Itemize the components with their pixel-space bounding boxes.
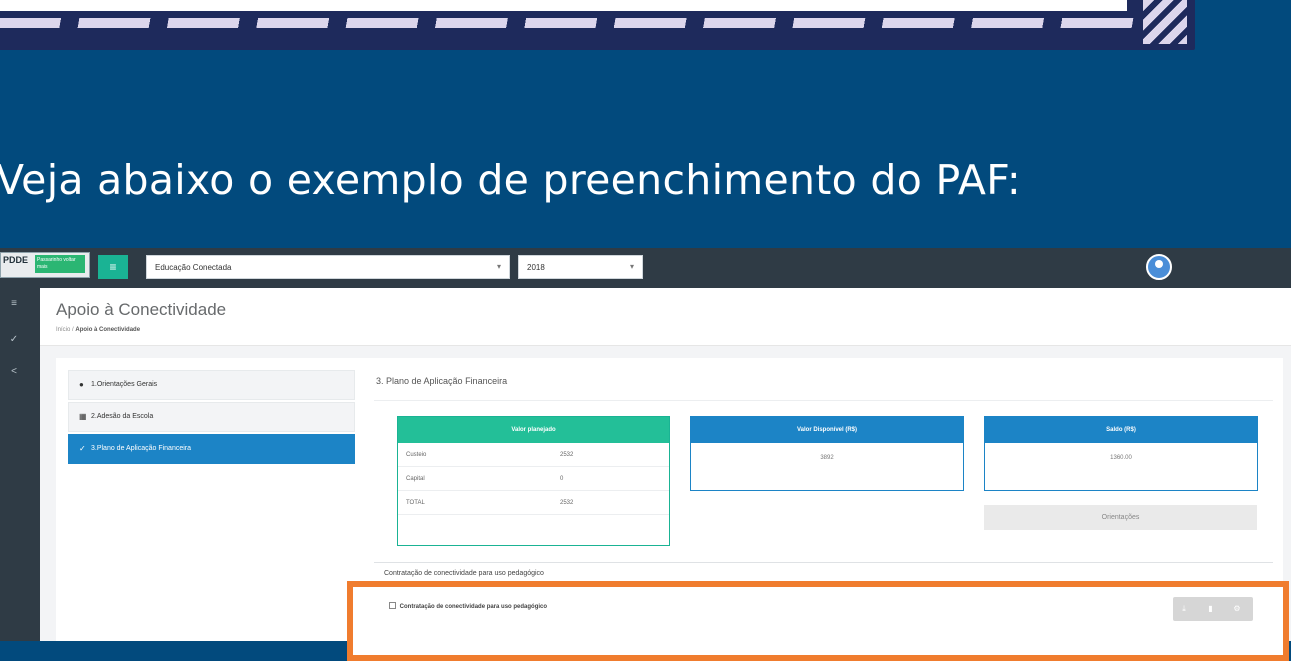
program-select-value: Educação Conectada bbox=[155, 263, 232, 272]
plan-section: 3. Plano de Aplicação Financeira Valor p… bbox=[347, 358, 1289, 661]
logo-badge: Passarinho voltar mais bbox=[35, 255, 85, 273]
balance-card: Saldo (R$) 1360.00 bbox=[984, 416, 1258, 491]
frame-corner bbox=[1143, 0, 1187, 44]
page-title: Apoio à Conectividade bbox=[56, 300, 227, 319]
headline: Veja abaixo o exemplo de preenchimento d… bbox=[0, 156, 1022, 204]
row-value: 2532 bbox=[560, 451, 574, 458]
subsection-title: Contratação de conectividade para uso pe… bbox=[384, 570, 544, 577]
menu-icon: ≡ bbox=[109, 260, 117, 274]
chevron-down-icon: ▾ bbox=[496, 262, 501, 271]
highlight-box: Contratação de conectividade para uso pe… bbox=[347, 581, 1289, 661]
eye-icon: ● bbox=[79, 380, 84, 389]
steps-menu: ● 1.Orientações Gerais ▦ 2.Adesão da Esc… bbox=[68, 370, 355, 466]
breadcrumb-separator: / bbox=[72, 327, 74, 333]
content-area: Apoio à Conectividade Início / Apoio à C… bbox=[40, 288, 1291, 661]
step-adesao[interactable]: ▦ 2.Adesão da Escola bbox=[68, 402, 355, 432]
download-icon[interactable]: ⤓ bbox=[1173, 597, 1195, 621]
nav-share-icon[interactable]: < bbox=[7, 366, 21, 380]
tool-buttons: ⤓ ▮ ⚙ bbox=[1173, 597, 1253, 621]
divider bbox=[374, 400, 1273, 401]
main-panel: ● 1.Orientações Gerais ▦ 2.Adesão da Esc… bbox=[56, 358, 1289, 661]
card-value: 1360.00 bbox=[1110, 455, 1132, 461]
connectivity-checkbox[interactable]: Contratação de conectividade para uso pe… bbox=[389, 602, 547, 610]
divider bbox=[374, 562, 1273, 563]
row-label: Custeio bbox=[406, 451, 427, 458]
logo-text: PDDE bbox=[3, 255, 29, 265]
frame-inner-panel bbox=[0, 0, 1130, 14]
table-row: TOTAL 2532 bbox=[398, 491, 669, 515]
top-bar: PDDE Passarinho voltar mais ≡ Educação C… bbox=[0, 248, 1291, 288]
step-plano[interactable]: ✓ 3.Plano de Aplicação Financeira bbox=[68, 434, 355, 464]
decorative-frame bbox=[0, 0, 1195, 50]
step-label: 3.Plano de Aplicação Financeira bbox=[91, 445, 192, 452]
card-value: 3892 bbox=[820, 455, 834, 461]
user-avatar-icon[interactable] bbox=[1146, 254, 1172, 280]
checkbox-icon bbox=[389, 602, 396, 609]
nav-menu-icon[interactable]: ≡ bbox=[7, 298, 21, 312]
card-header: Saldo (R$) bbox=[985, 417, 1257, 443]
logo[interactable]: PDDE Passarinho voltar mais bbox=[0, 252, 90, 278]
row-value: 0 bbox=[560, 475, 564, 482]
card-header: Valor planejado bbox=[398, 417, 669, 443]
app-screenshot: PDDE Passarinho voltar mais ≡ Educação C… bbox=[0, 248, 1291, 661]
available-value-card: Valor Disponível (R$) 3892 bbox=[690, 416, 964, 491]
settings-icon[interactable]: ⚙ bbox=[1226, 597, 1248, 621]
year-select-value: 2018 bbox=[527, 263, 545, 272]
left-nav: ≡ ✓ < bbox=[0, 288, 40, 641]
chevron-down-icon: ▾ bbox=[629, 262, 634, 271]
table-row: Custeio 2532 bbox=[398, 443, 669, 467]
table-row: Capital 0 bbox=[398, 467, 669, 491]
breadcrumb-home[interactable]: Início bbox=[56, 327, 70, 333]
menu-toggle-button[interactable]: ≡ bbox=[98, 255, 128, 279]
orientacoes-button[interactable]: Orientações bbox=[984, 505, 1257, 530]
card-header: Valor Disponível (R$) bbox=[691, 417, 963, 443]
step-orientacoes[interactable]: ● 1.Orientações Gerais bbox=[68, 370, 355, 400]
row-value: 2532 bbox=[560, 499, 574, 506]
calendar-icon: ▦ bbox=[79, 412, 87, 421]
program-select[interactable]: Educação Conectada ▾ bbox=[146, 255, 510, 279]
checkbox-label: Contratação de conectividade para uso pe… bbox=[399, 604, 548, 610]
breadcrumb: Início / Apoio à Conectividade bbox=[56, 327, 140, 333]
row-label: TOTAL bbox=[406, 499, 425, 506]
planned-value-card: Valor planejado Custeio 2532 Capital 0 T… bbox=[397, 416, 670, 546]
breadcrumb-current: Apoio à Conectividade bbox=[75, 327, 141, 333]
frame-stripes bbox=[0, 18, 1140, 28]
file-icon[interactable]: ▮ bbox=[1199, 597, 1221, 621]
step-label: 1.Orientações Gerais bbox=[91, 381, 158, 388]
section-title: 3. Plano de Aplicação Financeira bbox=[376, 376, 508, 386]
row-label: Capital bbox=[406, 475, 425, 482]
step-label: 2.Adesão da Escola bbox=[91, 413, 154, 420]
page-header: Apoio à Conectividade Início / Apoio à C… bbox=[40, 288, 1291, 346]
year-select[interactable]: 2018 ▾ bbox=[518, 255, 643, 279]
nav-chart-icon[interactable]: ✓ bbox=[7, 334, 21, 348]
chart-icon: ✓ bbox=[79, 444, 86, 453]
